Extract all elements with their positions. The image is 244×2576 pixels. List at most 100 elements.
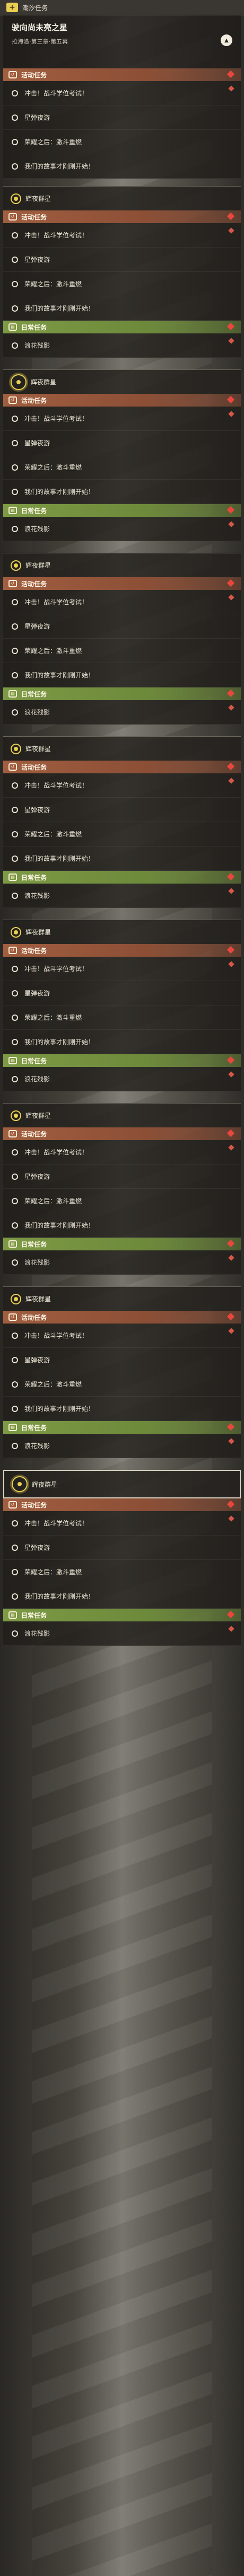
quest-item[interactable]: 荣耀之后：激斗重燃 — [3, 822, 241, 846]
quest-item[interactable]: 冲击！战斗学位考试！ — [3, 773, 241, 798]
quest-item[interactable]: 冲击！战斗学位考试！ — [3, 1140, 241, 1165]
quest-item[interactable]: 星弹夜游 — [3, 614, 241, 639]
quest-item[interactable]: 冲击！战斗学位考试！ — [3, 1324, 241, 1348]
tidal-quest-tab[interactable]: + 潮汐任务 — [0, 0, 244, 15]
section-label: 日常任务 — [21, 1240, 47, 1248]
star-group-header[interactable]: 辉夜群星 — [3, 1103, 241, 1127]
quest-item[interactable]: 浪花残影 — [3, 700, 241, 725]
quest-item[interactable]: 星弹夜游 — [3, 981, 241, 1005]
daily-quest-header[interactable]: ▤ 日常任务 — [3, 504, 241, 517]
daily-quest-icon: ▤ — [8, 507, 17, 514]
quest-status-icon — [12, 1405, 18, 1412]
quest-item-label: 冲击！战斗学位考试！ — [24, 232, 89, 239]
quest-status-icon — [12, 163, 18, 170]
chevron-up-icon[interactable]: ▲ — [221, 34, 232, 46]
quest-item[interactable]: 星弹夜游 — [3, 1165, 241, 1189]
add-icon[interactable]: + — [6, 3, 18, 12]
quest-item-label: 我们的故事才刚刚开始！ — [24, 163, 95, 170]
quest-item[interactable]: 冲击！战斗学位考试！ — [3, 407, 241, 431]
quest-item[interactable]: 荣耀之后：激斗重燃 — [3, 272, 241, 296]
quest-item-label: 冲击！战斗学位考试！ — [24, 1332, 89, 1339]
quest-item[interactable]: 荣耀之后：激斗重燃 — [3, 639, 241, 663]
quest-item[interactable]: 浪花残影 — [3, 884, 241, 908]
quest-status-icon — [12, 1356, 18, 1363]
quest-item[interactable]: 冲击！战斗学位考试！ — [3, 81, 241, 105]
event-quest-header[interactable]: ↺ 活动任务 — [3, 394, 241, 407]
quest-status-icon — [12, 114, 18, 121]
event-quest-icon: ↺ — [8, 763, 17, 771]
quest-item[interactable]: 星弹夜游 — [3, 105, 241, 130]
quest-item-label: 冲击！战斗学位考试！ — [24, 782, 89, 789]
quest-item[interactable]: 我们的故事才刚刚开始！ — [3, 1030, 241, 1054]
quest-item[interactable]: 星弹夜游 — [3, 798, 241, 822]
daily-quest-header[interactable]: ▤ 日常任务 — [3, 1238, 241, 1250]
daily-quest-header[interactable]: ▤ 日常任务 — [3, 1421, 241, 1434]
new-badge-icon — [228, 1071, 234, 1078]
quest-item[interactable]: 我们的故事才刚刚开始！ — [3, 663, 241, 687]
quest-item-label: 我们的故事才刚刚开始！ — [24, 1405, 95, 1413]
quest-item[interactable]: 冲击！战斗学位考试！ — [3, 1511, 241, 1536]
quest-item[interactable]: 浪花残影 — [3, 1250, 241, 1275]
quest-item-label: 荣耀之后：激斗重燃 — [24, 464, 82, 471]
daily-quest-header[interactable]: ▤ 日常任务 — [3, 1609, 241, 1621]
event-quest-header[interactable]: ↺ 活动任务 — [3, 944, 241, 957]
event-quest-icon: ↺ — [8, 1313, 17, 1321]
section-label: 活动任务 — [21, 1501, 47, 1509]
event-quest-header[interactable]: ↺ 活动任务 — [3, 1311, 241, 1324]
quest-item[interactable]: 浪花残影 — [3, 333, 241, 358]
quest-item[interactable]: 星弹夜游 — [3, 248, 241, 272]
event-quest-header[interactable]: ↺ 活动任务 — [3, 1498, 241, 1511]
star-group-header[interactable]: 辉夜群星 — [3, 920, 241, 944]
quest-item[interactable]: 我们的故事才刚刚开始！ — [3, 154, 241, 179]
event-quest-header[interactable]: ↺ 活动任务 — [3, 210, 241, 223]
quest-item[interactable]: 荣耀之后：激斗重燃 — [3, 1005, 241, 1030]
star-group-header[interactable]: 辉夜群星 — [3, 1470, 241, 1498]
quest-item[interactable]: 我们的故事才刚刚开始！ — [3, 1397, 241, 1421]
star-group-header[interactable]: 辉夜群星 — [3, 186, 241, 210]
quest-item[interactable]: 冲击！战斗学位考试！ — [3, 590, 241, 614]
quest-item[interactable]: 冲击！战斗学位考试！ — [3, 957, 241, 981]
current-quest-card[interactable]: 驶向尚未亮之星 拉海洛·第三章·第五幕 ▲ — [3, 15, 241, 68]
quest-item[interactable]: 荣耀之后：激斗重燃 — [3, 1372, 241, 1397]
new-badge-icon — [226, 1500, 235, 1508]
new-badge-icon — [226, 1610, 235, 1619]
event-quest-header[interactable]: ↺ 活动任务 — [3, 68, 241, 81]
star-group-header[interactable]: 辉夜群星 — [3, 369, 241, 394]
event-quest-header[interactable]: ↺ 活动任务 — [3, 1127, 241, 1140]
quest-item[interactable]: 浪花残影 — [3, 1434, 241, 1458]
quest-item[interactable]: 我们的故事才刚刚开始！ — [3, 480, 241, 504]
quest-item[interactable]: 浪花残影 — [3, 1621, 241, 1646]
quest-item[interactable]: 荣耀之后：激斗重燃 — [3, 455, 241, 480]
section-label: 日常任务 — [21, 323, 47, 331]
daily-quest-header[interactable]: ▤ 日常任务 — [3, 1054, 241, 1067]
event-quest-header[interactable]: ↺ 活动任务 — [3, 577, 241, 590]
event-quest-icon: ↺ — [8, 580, 17, 587]
daily-quest-header[interactable]: ▤ 日常任务 — [3, 871, 241, 884]
new-badge-icon — [226, 506, 235, 514]
quest-item-label: 我们的故事才刚刚开始！ — [24, 855, 95, 862]
quest-item[interactable]: 荣耀之后：激斗重燃 — [3, 1560, 241, 1584]
event-quest-header[interactable]: ↺ 活动任务 — [3, 761, 241, 773]
new-badge-icon — [228, 1438, 234, 1444]
quest-item[interactable]: 我们的故事才刚刚开始！ — [3, 846, 241, 871]
quest-item[interactable]: 冲击！战斗学位考试！ — [3, 223, 241, 248]
quest-item[interactable]: 浪花残影 — [3, 1067, 241, 1091]
new-badge-icon — [226, 1056, 235, 1064]
star-group-header[interactable]: 辉夜群星 — [3, 1286, 241, 1311]
quest-item[interactable]: 我们的故事才刚刚开始！ — [3, 1213, 241, 1238]
quest-item-label: 荣耀之后：激斗重燃 — [24, 280, 82, 288]
quest-item[interactable]: 荣耀之后：激斗重燃 — [3, 1189, 241, 1213]
daily-quest-header[interactable]: ▤ 日常任务 — [3, 321, 241, 333]
quest-item[interactable]: 星弹夜游 — [3, 1348, 241, 1372]
quest-item[interactable]: 我们的故事才刚刚开始！ — [3, 1584, 241, 1609]
daily-quest-header[interactable]: ▤ 日常任务 — [3, 687, 241, 700]
quest-item[interactable]: 星弹夜游 — [3, 1536, 241, 1560]
quest-item-label: 我们的故事才刚刚开始！ — [24, 672, 95, 679]
quest-item[interactable]: 浪花残影 — [3, 517, 241, 541]
quest-item[interactable]: 我们的故事才刚刚开始！ — [3, 296, 241, 321]
quest-item[interactable]: 星弹夜游 — [3, 431, 241, 455]
quest-item[interactable]: 荣耀之后：激斗重燃 — [3, 130, 241, 154]
star-group-header[interactable]: 辉夜群星 — [3, 736, 241, 761]
star-group-header[interactable]: 辉夜群星 — [3, 553, 241, 577]
